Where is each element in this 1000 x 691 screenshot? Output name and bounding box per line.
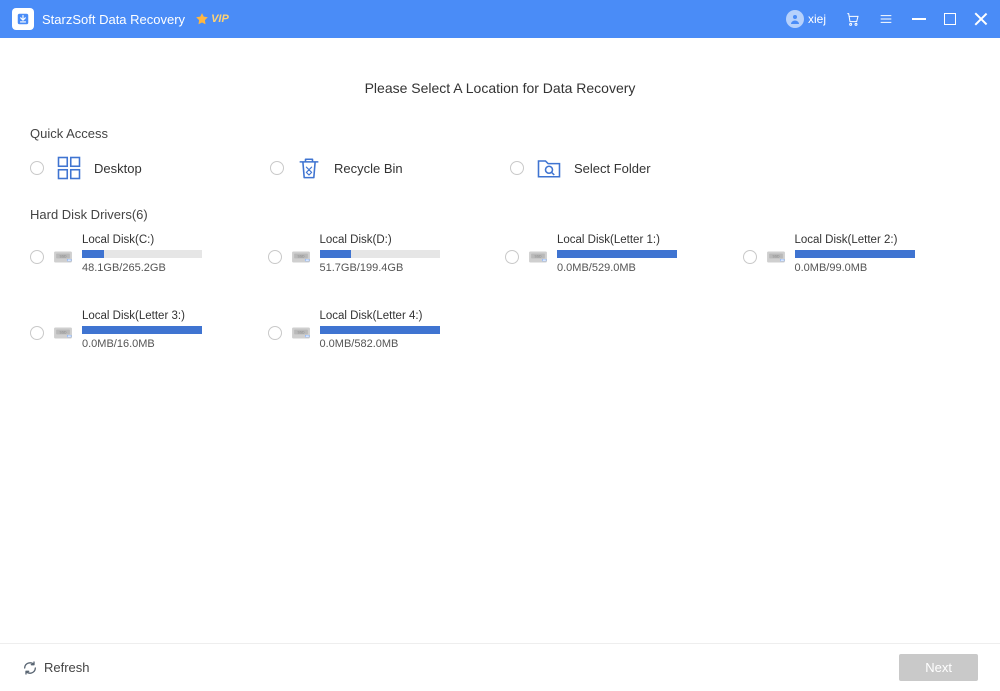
close-button[interactable] <box>974 12 988 26</box>
desktop-label: Desktop <box>94 161 142 176</box>
disk-usage-bar <box>795 250 915 258</box>
disk-usage-bar <box>320 326 440 334</box>
quick-access-row: Desktop Recycle Bin Select Folder <box>30 153 970 183</box>
recycle-label: Recycle Bin <box>334 161 403 176</box>
disk-name: Local Disk(D:) <box>320 234 484 246</box>
app-logo-icon <box>12 8 34 30</box>
radio-disk[interactable] <box>30 326 44 340</box>
disk-item[interactable]: SSD Local Disk(Letter 3:) 0.0MB/16.0MB <box>30 310 258 350</box>
disk-name: Local Disk(Letter 4:) <box>320 310 484 322</box>
quick-access-desktop[interactable]: Desktop <box>30 153 270 183</box>
disk-item[interactable]: SSD Local Disk(Letter 2:) 0.0MB/99.0MB <box>743 234 971 274</box>
select-folder-icon <box>534 153 564 183</box>
radio-disk[interactable] <box>268 250 282 264</box>
quick-access-recycle[interactable]: Recycle Bin <box>270 153 510 183</box>
refresh-icon <box>22 660 38 676</box>
radio-disk[interactable] <box>505 250 519 264</box>
quick-access-folder[interactable]: Select Folder <box>510 153 750 183</box>
ssd-icon: SSD <box>290 322 312 344</box>
svg-text:SSD: SSD <box>59 330 67 334</box>
main-content: Please Select A Location for Data Recove… <box>0 38 1000 643</box>
disk-grid: SSD Local Disk(C:) 48.1GB/265.2GB SSD Lo… <box>30 234 970 350</box>
disk-usage-bar <box>82 326 202 334</box>
username-label: xiej <box>808 12 826 26</box>
radio-disk[interactable] <box>743 250 757 264</box>
titlebar-controls: xiej <box>786 10 988 28</box>
radio-disk[interactable] <box>30 250 44 264</box>
page-heading: Please Select A Location for Data Recove… <box>30 80 970 96</box>
svg-text:SSD: SSD <box>297 254 305 258</box>
svg-text:SSD: SSD <box>59 254 67 258</box>
next-button[interactable]: Next <box>899 654 978 681</box>
disk-name: Local Disk(Letter 3:) <box>82 310 246 322</box>
disk-usage-bar <box>557 250 677 258</box>
footer-bar: Refresh Next <box>0 643 1000 691</box>
disk-item[interactable]: SSD Local Disk(C:) 48.1GB/265.2GB <box>30 234 258 274</box>
vip-badge: VIP <box>195 12 229 26</box>
svg-text:SSD: SSD <box>534 254 542 258</box>
folder-label: Select Folder <box>574 161 651 176</box>
avatar-icon <box>786 10 804 28</box>
disk-usage-label: 0.0MB/99.0MB <box>795 262 959 274</box>
menu-icon[interactable] <box>878 11 894 27</box>
disk-usage-label: 48.1GB/265.2GB <box>82 262 246 274</box>
recycle-bin-icon <box>294 153 324 183</box>
radio-folder[interactable] <box>510 161 524 175</box>
disk-usage-label: 51.7GB/199.4GB <box>320 262 484 274</box>
radio-recycle[interactable] <box>270 161 284 175</box>
disk-name: Local Disk(C:) <box>82 234 246 246</box>
quick-access-heading: Quick Access <box>30 126 970 141</box>
refresh-button[interactable]: Refresh <box>22 660 90 676</box>
disk-usage-bar <box>320 250 440 258</box>
disk-name: Local Disk(Letter 1:) <box>557 234 721 246</box>
ssd-icon: SSD <box>527 246 549 268</box>
ssd-icon: SSD <box>52 322 74 344</box>
svg-text:SSD: SSD <box>297 330 305 334</box>
title-bar: StarzSoft Data Recovery VIP xiej <box>0 0 1000 38</box>
ssd-icon: SSD <box>765 246 787 268</box>
disk-item[interactable]: SSD Local Disk(Letter 1:) 0.0MB/529.0MB <box>505 234 733 274</box>
disk-usage-bar <box>82 250 202 258</box>
desktop-icon <box>54 153 84 183</box>
svg-text:SSD: SSD <box>772 254 780 258</box>
disk-usage-label: 0.0MB/529.0MB <box>557 262 721 274</box>
disk-item[interactable]: SSD Local Disk(D:) 51.7GB/199.4GB <box>268 234 496 274</box>
hard-disk-heading: Hard Disk Drivers(6) <box>30 207 970 222</box>
minimize-button[interactable] <box>912 18 926 20</box>
radio-desktop[interactable] <box>30 161 44 175</box>
refresh-label: Refresh <box>44 660 90 675</box>
disk-item[interactable]: SSD Local Disk(Letter 4:) 0.0MB/582.0MB <box>268 310 496 350</box>
cart-icon[interactable] <box>844 11 860 27</box>
vip-label: VIP <box>211 13 229 25</box>
disk-name: Local Disk(Letter 2:) <box>795 234 959 246</box>
ssd-icon: SSD <box>52 246 74 268</box>
user-account[interactable]: xiej <box>786 10 826 28</box>
maximize-button[interactable] <box>944 13 956 25</box>
ssd-icon: SSD <box>290 246 312 268</box>
disk-usage-label: 0.0MB/16.0MB <box>82 338 246 350</box>
app-title: StarzSoft Data Recovery <box>42 12 185 27</box>
disk-usage-label: 0.0MB/582.0MB <box>320 338 484 350</box>
radio-disk[interactable] <box>268 326 282 340</box>
